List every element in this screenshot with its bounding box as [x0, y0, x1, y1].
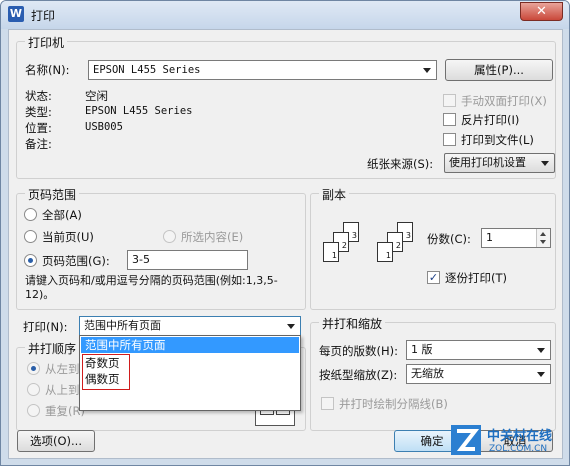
copies-group: 副本 3 2 1 3 2 1 份数(C): 1 ✓ 逐份打印(T) — [310, 186, 556, 310]
page-range-hint: 请键入页码和/或用逗号分隔的页码范围(例如:1,3,5-12)。 — [25, 274, 278, 301]
copies-group-title: 副本 — [319, 186, 350, 203]
print-what-select[interactable]: 范围中所有页面 — [79, 316, 301, 336]
page-range-group: 页码范围 全部(A) 当前页(U) 所选内容(E) 页码范围(G): 3-5 请… — [16, 186, 306, 310]
scale-value: 无缩放 — [411, 367, 444, 380]
copies-label: 份数(C): — [427, 232, 471, 246]
collate-order-group-title: 并打顺序 — [25, 340, 80, 357]
status-label: 状态: — [25, 89, 52, 103]
order-top-bottom-radio[interactable] — [27, 383, 40, 396]
range-pages-label: 页码范围(G): — [42, 254, 110, 268]
copies-value: 1 — [486, 231, 493, 244]
order-left-right-radio[interactable] — [27, 362, 40, 375]
print-dialog: W 打印 ✕ 打印机 名称(N): EPSON L455 Series 属性(P… — [0, 0, 570, 466]
location-value: USB005 — [85, 121, 123, 133]
pages-per-sheet-label: 每页的版数(H): — [319, 344, 398, 358]
scale-label: 按纸型缩放(Z): — [319, 368, 398, 382]
chevron-down-icon — [423, 68, 431, 73]
zoom-group-title: 并打和缩放 — [319, 315, 386, 332]
type-value: EPSON L455 Series — [85, 105, 193, 117]
comment-label: 备注: — [25, 137, 52, 151]
draw-borders-label: 并打时绘制分隔线(B) — [339, 397, 448, 411]
collate-preview-icon-2: 3 2 1 — [377, 222, 417, 272]
reverse-print-checkbox[interactable] — [443, 113, 456, 126]
copies-spinner[interactable] — [536, 229, 550, 247]
close-button[interactable]: ✕ — [520, 2, 563, 21]
type-label: 类型: — [25, 105, 52, 119]
print-what-label: 打印(N): — [23, 320, 68, 334]
print-what-value: 范围中所有页面 — [84, 319, 161, 332]
page-range-value: 3-5 — [132, 253, 150, 266]
dropdown-option-all-pages[interactable]: 范围中所有页面 — [81, 337, 299, 353]
pages-per-sheet-value: 1 版 — [411, 343, 433, 356]
collate-checkbox[interactable]: ✓ — [427, 271, 440, 284]
watermark-sub: ZOL.COM.CN — [489, 444, 548, 454]
chevron-down-icon — [541, 161, 549, 166]
highlight-box — [82, 354, 130, 390]
range-selection-label: 所选内容(E) — [181, 230, 244, 244]
properties-button[interactable]: 属性(P)... — [445, 59, 553, 81]
printer-name-select[interactable]: EPSON L455 Series — [88, 60, 437, 80]
location-label: 位置: — [25, 121, 52, 135]
print-to-file-checkbox[interactable] — [443, 133, 456, 146]
options-button[interactable]: 选项(O)... — [17, 430, 95, 452]
scale-select[interactable]: 无缩放 — [406, 364, 551, 384]
collate-label: 逐份打印(T) — [445, 271, 507, 285]
range-pages-radio[interactable] — [24, 254, 37, 267]
order-repeat-radio[interactable] — [27, 404, 40, 417]
range-selection-radio[interactable] — [163, 230, 176, 243]
chevron-down-icon — [287, 324, 295, 329]
zol-watermark: 中关村在线 ZOL.COM.CN — [449, 419, 567, 463]
copies-input[interactable]: 1 — [481, 228, 551, 248]
print-to-file-label: 打印到文件(L) — [461, 133, 534, 147]
page-range-input[interactable]: 3-5 — [127, 250, 248, 270]
printer-group-title: 打印机 — [25, 34, 68, 51]
page-range-group-title: 页码范围 — [25, 186, 80, 203]
reverse-print-label: 反片打印(I) — [461, 113, 520, 127]
range-current-label: 当前页(U) — [42, 230, 94, 244]
paper-source-label: 纸张来源(S): — [367, 157, 434, 171]
zoom-group: 并打和缩放 每页的版数(H): 1 版 按纸型缩放(Z): 无缩放 并打时绘制分… — [310, 315, 556, 431]
printer-name-value: EPSON L455 Series — [93, 64, 201, 76]
chevron-down-icon — [537, 372, 545, 377]
pages-per-sheet-select[interactable]: 1 版 — [406, 340, 551, 360]
manual-duplex-label: 手动双面打印(X) — [461, 94, 547, 108]
printer-group: 打印机 名称(N): EPSON L455 Series 属性(P)... 状态… — [16, 34, 556, 179]
chevron-down-icon — [537, 348, 545, 353]
draw-borders-checkbox[interactable] — [321, 397, 334, 410]
range-all-radio[interactable] — [24, 208, 37, 221]
dialog-client: 打印机 名称(N): EPSON L455 Series 属性(P)... 状态… — [8, 29, 563, 459]
collate-preview-icon: 3 2 1 — [323, 222, 363, 272]
range-all-label: 全部(A) — [42, 208, 82, 222]
print-what-dropdown: 范围中所有页面 奇数页 偶数页 — [79, 335, 301, 411]
printer-name-label: 名称(N): — [25, 63, 70, 77]
manual-duplex-checkbox[interactable] — [443, 94, 456, 107]
window-title: 打印 — [31, 9, 56, 23]
wps-writer-icon: W — [8, 6, 24, 22]
order-left-right-label: 从左到 — [45, 362, 80, 376]
status-value: 空闲 — [85, 89, 108, 103]
range-current-radio[interactable] — [24, 230, 37, 243]
zol-logo-icon — [451, 425, 481, 455]
paper-source-value: 使用打印机设置 — [449, 156, 526, 169]
paper-source-select[interactable]: 使用打印机设置 — [444, 153, 555, 173]
watermark-text: 中关村在线 — [487, 429, 553, 444]
title-bar[interactable]: W 打印 ✕ — [1, 1, 569, 29]
